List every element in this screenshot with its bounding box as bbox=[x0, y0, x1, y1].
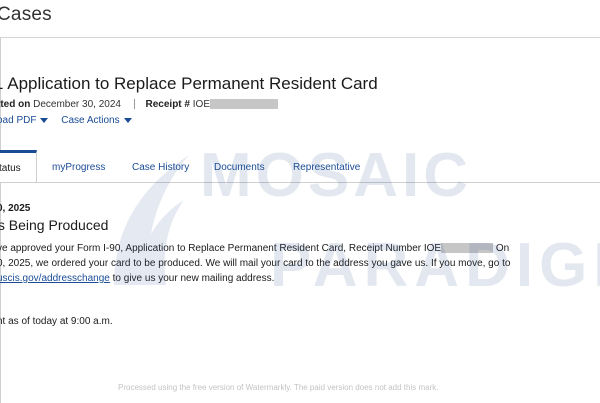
header-divider bbox=[0, 37, 600, 38]
submitted-label: tted on bbox=[0, 99, 31, 110]
chevron-down-icon bbox=[123, 117, 132, 123]
chevron-down-icon bbox=[40, 117, 49, 123]
status-timestamp: nt as of today at 9:00 a.m. bbox=[0, 316, 113, 327]
case-actions-row: oad PDF Case Actions bbox=[0, 115, 142, 126]
receipt-number-redacted bbox=[210, 99, 278, 110]
page-title: Cases bbox=[0, 4, 52, 25]
watermark-logo-icon bbox=[114, 155, 189, 285]
tab-status-label: tatus bbox=[0, 163, 21, 174]
tab-myprogress[interactable]: myProgress bbox=[52, 150, 105, 181]
download-pdf-button[interactable]: oad PDF bbox=[0, 115, 49, 126]
submitted-date: December 30, 2024 bbox=[33, 99, 121, 110]
receipt-prefix: IOE bbox=[192, 99, 210, 110]
tab-myprogress-label: myProgress bbox=[52, 162, 106, 173]
watermark-text-line1: MOSAIC bbox=[200, 141, 472, 210]
status-title: Is Being Produced bbox=[0, 217, 109, 233]
case-meta: tted on December 30, 2024 Receipt # IOE bbox=[0, 99, 278, 110]
address-change-link[interactable]: uscis.gov/addresschange bbox=[0, 273, 110, 284]
meta-divider bbox=[133, 99, 135, 110]
status-date: 0, 2025 bbox=[0, 203, 31, 214]
case-title: 1 Application to Replace Permanent Resid… bbox=[0, 74, 378, 93]
tab-status[interactable]: tatus bbox=[0, 150, 37, 182]
case-actions-label: Case Actions bbox=[61, 115, 120, 126]
receipt-label: Receipt # bbox=[145, 99, 190, 110]
case-actions-button[interactable]: Case Actions bbox=[61, 115, 132, 126]
watermark-footer: Processed using the free version of Wate… bbox=[118, 383, 439, 392]
download-pdf-label: oad PDF bbox=[0, 115, 37, 126]
watermark-text-line2: PARADIGM bbox=[270, 231, 600, 300]
